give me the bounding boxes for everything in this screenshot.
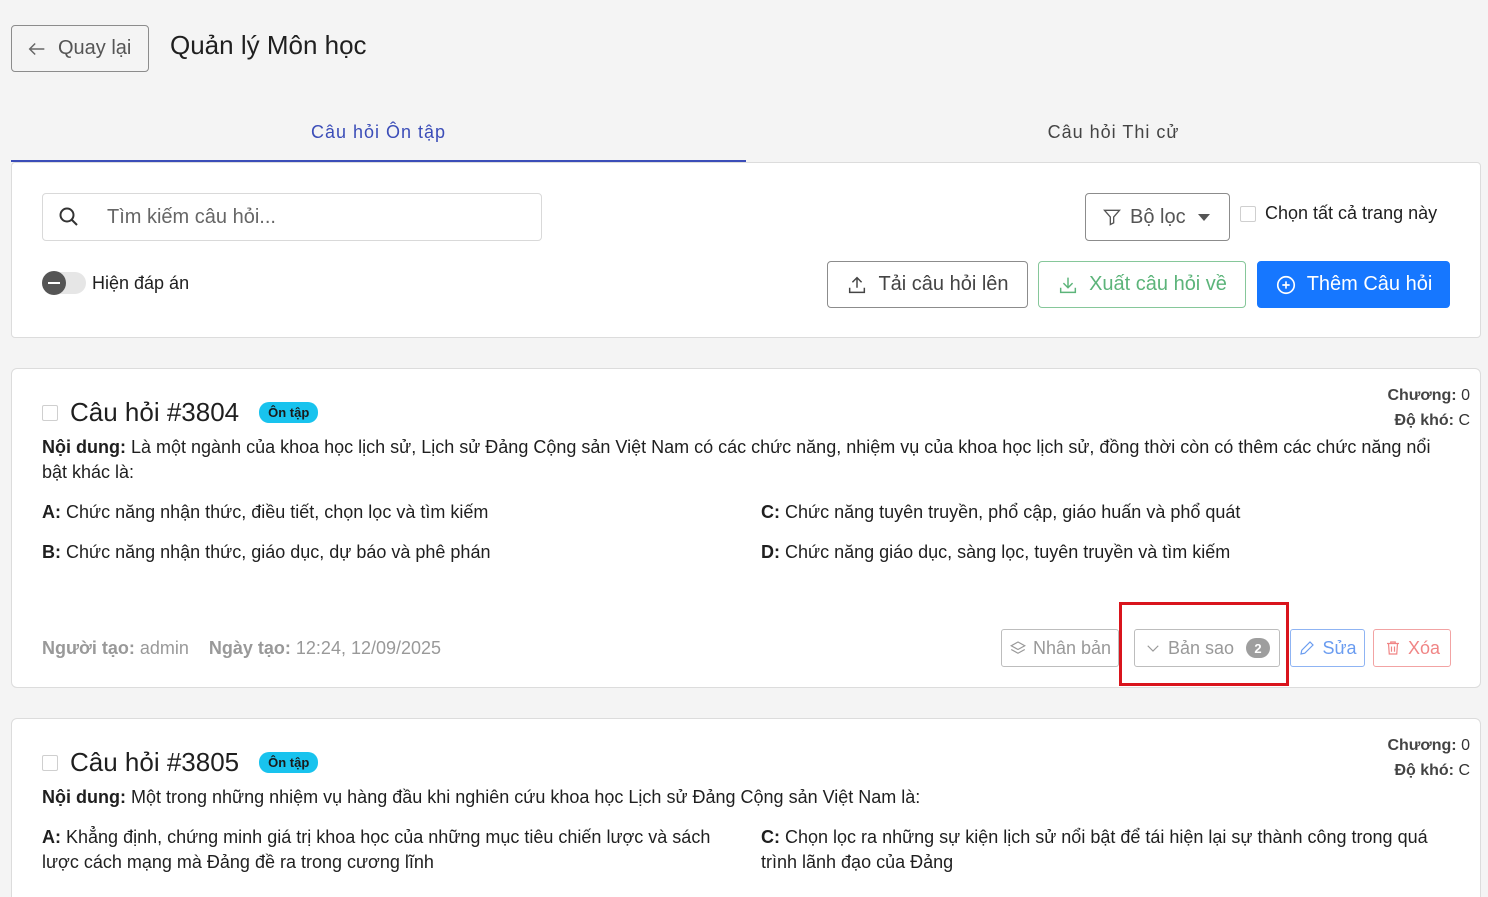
upload-icon — [849, 276, 866, 293]
copies-count-badge: 2 — [1246, 638, 1271, 658]
option-c: C: Chức năng tuyên truyền, phổ cập, giáo… — [761, 500, 1450, 525]
search-input[interactable] — [107, 205, 507, 229]
option-a: A: Chức năng nhận thức, điều tiết, chọn … — [42, 500, 761, 525]
edit-label: Sửa — [1322, 637, 1357, 658]
creator-label: Người tạo: — [42, 638, 135, 658]
duplicate-label: Nhân bản — [1032, 637, 1112, 658]
trash-icon — [1386, 641, 1399, 655]
option-key: C: — [761, 827, 780, 847]
question-checkbox[interactable] — [42, 404, 58, 421]
export-questions-button[interactable]: Xuất câu hỏi về — [1038, 261, 1246, 308]
difficulty-label: Độ khó: — [1394, 412, 1454, 429]
question-card: Câu hỏi #3805 Ôn tập Chương: 0 Độ khó: C… — [11, 718, 1481, 897]
toggle-knob-icon — [42, 271, 66, 295]
option-a: A: Khẳng định, chứng minh giá trị khoa h… — [42, 825, 761, 875]
content-text: Là một ngành của khoa học lịch sử, Lịch … — [42, 437, 1431, 482]
add-question-label: Thêm Câu hỏi — [1306, 273, 1433, 295]
show-answer-label: Hiện đáp án — [92, 272, 190, 293]
chapter-value: 0 — [1461, 737, 1470, 754]
search-box — [42, 193, 542, 241]
chapter-value: 0 — [1461, 387, 1470, 404]
chapter-label: Chương: — [1387, 387, 1457, 404]
filter-button[interactable]: Bộ lọc — [1085, 193, 1230, 241]
back-button[interactable]: Quay lại — [11, 25, 149, 72]
option-text: Chức năng tuyên truyền, phổ cập, giáo hu… — [785, 502, 1241, 522]
back-button-label: Quay lại — [58, 37, 132, 59]
question-content: Nội dung: Một trong những nhiệm vụ hàng … — [42, 785, 1450, 810]
content-label: Nội dung: — [42, 787, 126, 807]
option-key: D: — [761, 542, 780, 562]
option-key: C: — [761, 502, 780, 522]
question-title: Câu hỏi #3804 — [70, 397, 240, 427]
plus-circle-icon — [1276, 275, 1295, 294]
filter-icon — [1103, 209, 1121, 226]
question-title: Câu hỏi #3805 — [70, 747, 240, 777]
tab-exam-questions[interactable]: Câu hỏi Thi cử — [746, 110, 1481, 162]
content-text: Một trong những nhiệm vụ hàng đầu khi ng… — [131, 787, 921, 807]
difficulty-label: Độ khó: — [1394, 762, 1454, 779]
creator-value: admin — [139, 638, 189, 658]
show-answer-toggle[interactable] — [42, 271, 86, 295]
search-icon — [59, 207, 78, 226]
option-key: A: — [42, 827, 61, 847]
copies-label: Bản sao — [1167, 637, 1235, 658]
question-footer-meta: Người tạo: admin Ngày tạo: 12:24, 12/09/… — [42, 638, 441, 659]
answer-options: A: Chức năng nhận thức, điều tiết, chọn … — [42, 500, 1450, 565]
question-content: Nội dung: Là một ngành của khoa học lịch… — [42, 435, 1450, 485]
question-header: Câu hỏi #3804 Ôn tập — [42, 397, 319, 428]
option-text: Chọn lọc ra những sự kiện lịch sử nổi bậ… — [761, 827, 1428, 872]
question-meta: Chương: 0 Độ khó: C — [1387, 733, 1470, 783]
upload-questions-button[interactable]: Tải câu hỏi lên — [827, 261, 1028, 308]
delete-button[interactable]: Xóa — [1373, 629, 1451, 667]
created-date-label: Ngày tạo: — [208, 638, 291, 658]
option-key: A: — [42, 502, 61, 522]
delete-label: Xóa — [1407, 637, 1441, 658]
question-header: Câu hỏi #3805 Ôn tập — [42, 747, 319, 778]
chevron-down-icon — [1147, 645, 1159, 652]
difficulty-value: C — [1458, 762, 1470, 779]
select-all-label: Chọn tất cả trang này — [1265, 203, 1438, 223]
add-question-button[interactable]: Thêm Câu hỏi — [1257, 261, 1450, 308]
option-key: B: — [42, 542, 61, 562]
edit-button[interactable]: Sửa — [1290, 629, 1365, 667]
tab-bar: Câu hỏi Ôn tập Câu hỏi Thi cử — [11, 110, 1481, 162]
question-type-badge: Ôn tập — [259, 402, 319, 423]
select-all-control: Chọn tất cả trang này — [1240, 203, 1437, 224]
question-meta: Chương: 0 Độ khó: C — [1387, 383, 1470, 433]
caret-down-icon — [1197, 213, 1210, 221]
layers-icon — [1009, 641, 1026, 654]
question-type-badge: Ôn tập — [259, 752, 319, 773]
arrow-left-icon — [28, 42, 45, 55]
difficulty-value: C — [1458, 412, 1470, 429]
export-questions-label: Xuất câu hỏi về — [1089, 273, 1227, 295]
option-d: D: Chức năng giáo dục, sàng lọc, tuyên t… — [761, 540, 1450, 565]
toolbar-card: Bộ lọc Chọn tất cả trang này Hiện đáp án… — [11, 162, 1481, 338]
show-answer-control: Hiện đáp án — [42, 271, 190, 295]
question-card: Câu hỏi #3804 Ôn tập Chương: 0 Độ khó: C… — [11, 368, 1481, 688]
filter-button-label: Bộ lọc — [1130, 205, 1186, 228]
option-text: Chức năng nhận thức, điều tiết, chọn lọc… — [66, 502, 489, 522]
question-checkbox[interactable] — [42, 754, 58, 771]
copies-toggle-button[interactable]: Bản sao 2 — [1134, 629, 1280, 667]
upload-questions-label: Tải câu hỏi lên — [878, 273, 1009, 295]
duplicate-button[interactable]: Nhân bản — [1001, 629, 1119, 667]
chapter-label: Chương: — [1387, 737, 1457, 754]
page-title: Quản lý Môn học — [170, 30, 367, 60]
created-date-value: 12:24, 12/09/2025 — [295, 638, 442, 658]
option-text: Khẳng định, chứng minh giá trị khoa học … — [42, 827, 711, 872]
tab-review-questions[interactable]: Câu hỏi Ôn tập — [11, 110, 746, 162]
select-all-checkbox[interactable] — [1240, 205, 1256, 222]
option-c: C: Chọn lọc ra những sự kiện lịch sử nổi… — [761, 825, 1450, 875]
content-label: Nội dung: — [42, 437, 126, 457]
option-b: B: Chức năng nhận thức, giáo dục, dự báo… — [42, 540, 761, 565]
answer-options: A: Khẳng định, chứng minh giá trị khoa h… — [42, 825, 1450, 875]
download-icon — [1059, 277, 1077, 293]
pencil-icon — [1300, 641, 1315, 655]
option-text: Chức năng nhận thức, giáo dục, dự báo và… — [66, 542, 491, 562]
option-text: Chức năng giáo dục, sàng lọc, tuyên truy… — [785, 542, 1231, 562]
